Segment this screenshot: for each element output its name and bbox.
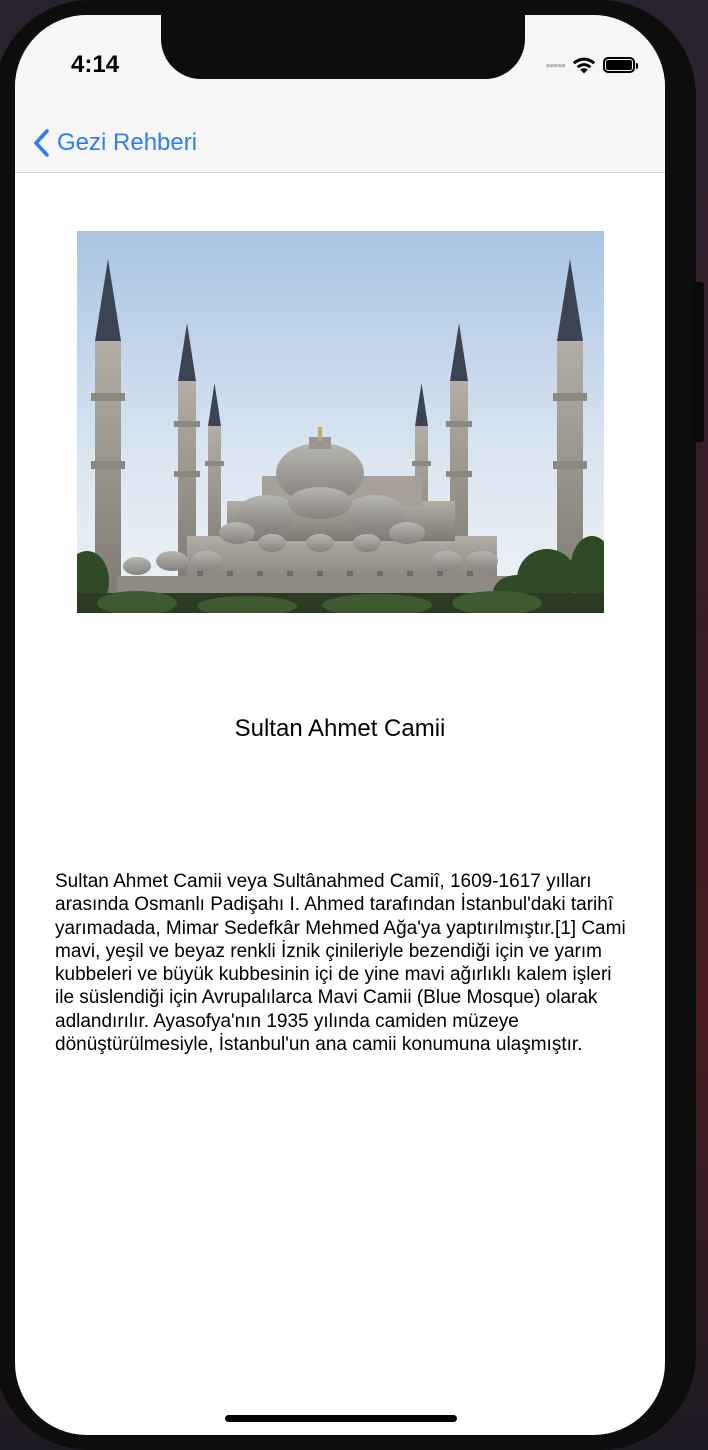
cellular-dots-icon: ••••• (545, 57, 565, 73)
mosque-photo (77, 231, 604, 613)
place-description: Sultan Ahmet Camii veya Sultânahmed Cami… (55, 871, 626, 1056)
place-title: Sultan Ahmet Camii (234, 715, 446, 742)
navigation-bar: Gezi Rehberi (15, 115, 665, 173)
home-indicator[interactable] (225, 1415, 457, 1422)
status-bar: 4:14 ••••• (15, 15, 665, 115)
device-side-button (692, 282, 704, 442)
device-notch (161, 15, 525, 79)
wifi-icon (572, 57, 596, 74)
status-time: 4:14 (71, 51, 120, 78)
back-button[interactable]: Gezi Rehberi (33, 123, 197, 163)
battery-cap (636, 63, 638, 69)
back-button-label: Gezi Rehberi (57, 129, 198, 156)
status-icons: ••••• (545, 53, 638, 77)
battery-icon (603, 57, 638, 73)
battery-level (606, 60, 632, 70)
app-screen: 4:14 ••••• Gezi Rehberi Sultan Ahmet Cam… (15, 15, 665, 1435)
chevron-left-icon (34, 129, 49, 157)
